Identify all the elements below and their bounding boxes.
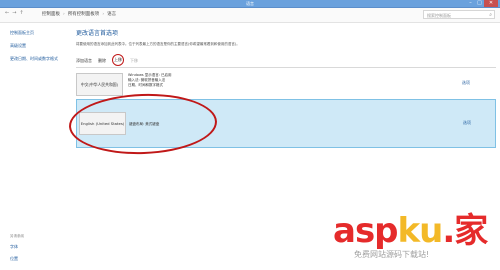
navigation-buttons: ← → ↑ [5, 10, 24, 16]
window-title: 语言 [246, 1, 254, 6]
close-button[interactable]: ✕ [484, 0, 498, 7]
minimize-button[interactable]: – [466, 0, 475, 7]
page-title: 更改语言首选项 [76, 30, 119, 37]
search-input[interactable]: 搜索控制面板 ⌕ [423, 10, 495, 19]
language-name: 中文(中华人民共和国) [76, 73, 123, 96]
see-also-section: 另请参阅 字体 位置 [10, 234, 24, 268]
breadcrumb-item[interactable]: 控制面板 [42, 11, 60, 17]
sidebar-item-advanced-settings[interactable]: 高级设置 [10, 43, 70, 49]
maximize-button[interactable]: □ [475, 0, 484, 7]
language-options-link[interactable]: 选项 [463, 120, 471, 126]
add-language-button[interactable]: 添加语言 [76, 58, 92, 64]
remove-button[interactable]: 删除 [98, 58, 106, 64]
watermark-brand-b: .家 [442, 211, 488, 251]
move-down-button[interactable]: 下移 [130, 58, 138, 64]
move-up-button[interactable]: 上移 [112, 54, 124, 66]
watermark-subtitle: 免费网站源码下载站! [354, 250, 430, 259]
breadcrumb: 控制面板 › 所有控制面板项 › 语言 [42, 11, 116, 18]
chevron-right-icon: › [63, 11, 65, 17]
address-bar: ← → ↑ 控制面板 › 所有控制面板项 › 语言 搜索控制面板 ⌕ [0, 8, 500, 23]
title-bar: 语言 – □ ✕ [0, 0, 500, 8]
see-also-location-link[interactable]: 位置 [10, 256, 24, 262]
back-arrow-icon[interactable]: ← [5, 10, 9, 16]
breadcrumb-item[interactable]: 所有控制面板项 [68, 11, 100, 17]
watermark-logo: aspku.家 免费网站源码下载站! [330, 212, 500, 270]
page-description: 将要使用的语言添加到此列表中。位于列表最上方的语言是你的主要语言(你希望最常看到… [76, 42, 240, 46]
watermark-brand-a: asp [333, 211, 399, 251]
language-info: Windows 显示语言: 已启用 输入法: 微软拼音输入法 日期、时间和数字格… [128, 73, 172, 87]
sidebar: 控制面板主页 高级设置 更改日期、时间或数字格式 [10, 30, 70, 69]
chevron-right-icon: › [102, 11, 105, 17]
divider [76, 67, 496, 68]
watermark-brand: aspku.家 [333, 211, 488, 251]
see-also-fonts-link[interactable]: 字体 [10, 244, 24, 250]
sidebar-item-date-time-format[interactable]: 更改日期、时间或数字格式 [10, 56, 70, 62]
up-arrow-icon[interactable]: ↑ [19, 10, 23, 16]
search-placeholder: 搜索控制面板 [427, 13, 451, 18]
sidebar-item-control-panel-home[interactable]: 控制面板主页 [10, 30, 70, 36]
watermark-brand-k: ku [397, 211, 444, 251]
language-options-link[interactable]: 选项 [462, 80, 470, 86]
window-controls: – □ ✕ [466, 0, 498, 7]
language-toolbar: 添加语言 删除 上移 下移 [76, 54, 138, 66]
main-content: 更改语言首选项 将要使用的语言添加到此列表中。位于列表最上方的语言是你的主要语言… [67, 28, 496, 157]
breadcrumb-item[interactable]: 语言 [107, 11, 116, 17]
search-icon[interactable]: ⌕ [489, 11, 492, 20]
see-also-header: 另请参阅 [10, 234, 24, 238]
forward-arrow-icon[interactable]: → [12, 10, 16, 16]
